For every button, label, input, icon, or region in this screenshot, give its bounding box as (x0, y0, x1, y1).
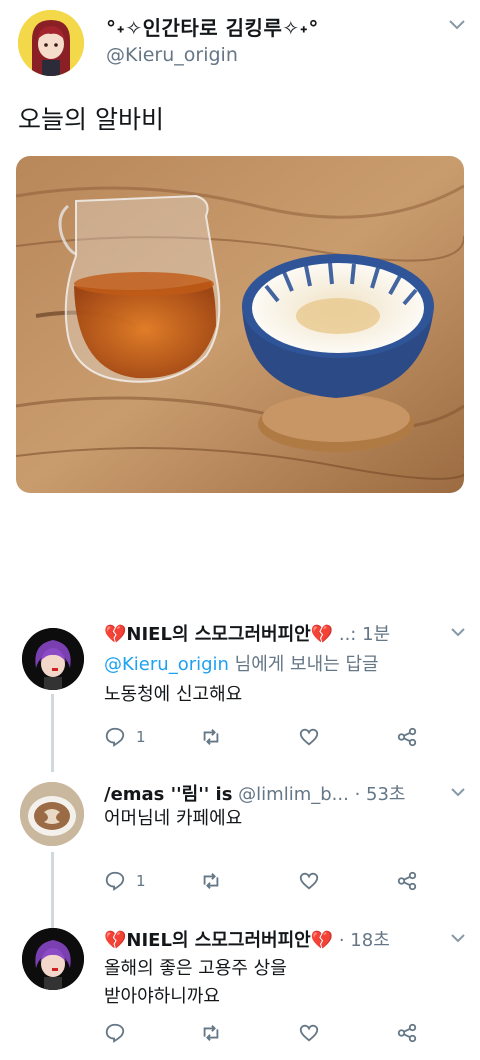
reply-timestamp[interactable]: · 53초 (355, 784, 406, 805)
share-icon (397, 727, 417, 747)
avatar-illustration (18, 10, 84, 76)
avatar-illustration (20, 782, 84, 846)
share-button[interactable] (396, 868, 418, 894)
reply-tweet[interactable]: /emas ''림'' is @limlim_b... · 53초 어머님네 카… (0, 778, 480, 913)
retweet-icon (203, 729, 219, 745)
retweet-button[interactable] (200, 1020, 222, 1046)
reply-timestamp[interactable]: · 18초 (339, 930, 390, 951)
retweet-button[interactable] (200, 724, 222, 750)
chevron-down-icon[interactable] (450, 786, 466, 798)
reply-timestamp[interactable]: ..: 1분 (339, 624, 390, 645)
chevron-down-icon[interactable] (450, 626, 466, 638)
reply-button[interactable] (104, 1020, 126, 1046)
tweet-text: 오늘의 알바비 (18, 105, 164, 134)
share-icon (397, 871, 417, 891)
avatar[interactable] (18, 10, 84, 76)
tea-photo (16, 156, 464, 493)
reply-button[interactable]: 1 (104, 868, 146, 894)
reply-icon (105, 871, 125, 891)
retweet-icon (203, 1025, 219, 1041)
reply-button[interactable]: 1 (104, 724, 146, 750)
heart-icon (299, 728, 319, 746)
share-button[interactable] (396, 724, 418, 750)
main-tweet: °˖✧인간타로 김킹루✧˖° @Kieru_origin 오늘의 알바비 (0, 0, 480, 520)
like-button[interactable] (298, 724, 320, 750)
reply-author-name[interactable]: /emas ''림'' is (104, 784, 232, 805)
reply-header: /emas ''림'' is @limlim_b... · 53초 (104, 780, 444, 806)
tweet-actions: 1 (104, 724, 434, 750)
tweet-photo[interactable] (16, 156, 464, 493)
thread-line (51, 852, 54, 928)
reply-tweet[interactable]: 💔NIEL의 스모그러버피안💔 ..: 1분 @Kieru_origin 님에게… (0, 620, 480, 755)
retweet-button[interactable] (200, 868, 222, 894)
share-icon (397, 1023, 417, 1043)
share-button[interactable] (396, 1020, 418, 1046)
reply-header: 💔NIEL의 스모그러버피안💔 ..: 1분 (104, 620, 444, 646)
like-button[interactable] (298, 868, 320, 894)
heart-icon (299, 1024, 319, 1042)
user-handle[interactable]: @Kieru_origin (106, 44, 238, 66)
replying-to-line: @Kieru_origin 님에게 보내는 답글 (104, 650, 379, 676)
reply-handle[interactable]: @limlim_b... (238, 784, 349, 805)
reply-text: 어머님네 카페에요 (104, 808, 243, 829)
reply-text-line: 받아야하니까요 (104, 986, 220, 1007)
display-name[interactable]: °˖✧인간타로 김킹루✧˖° (106, 12, 319, 41)
reply-tweet[interactable]: 💔NIEL의 스모그러버피안💔 · 18초 올해의 좋은 고용주 상을 받아야하… (0, 924, 480, 1060)
retweet-icon (203, 873, 219, 889)
reply-count: 1 (136, 872, 146, 890)
reply-author-name[interactable]: 💔NIEL의 스모그러버피안💔 (104, 930, 333, 951)
avatar[interactable] (22, 928, 84, 990)
chevron-down-icon[interactable] (450, 932, 466, 944)
reply-header: 💔NIEL의 스모그러버피안💔 · 18초 (104, 926, 444, 952)
thread-line (51, 694, 54, 772)
avatar-illustration (22, 628, 84, 690)
reply-author-name[interactable]: 💔NIEL의 스모그러버피안💔 (104, 624, 333, 645)
avatar[interactable] (22, 628, 84, 690)
reply-icon (105, 1023, 125, 1043)
reply-icon (105, 727, 125, 747)
reply-count: 1 (136, 728, 146, 746)
avatar-illustration (22, 928, 84, 990)
tweet-actions: 1 (104, 868, 434, 894)
mention-link[interactable]: @Kieru_origin (104, 654, 229, 675)
tweet-actions (104, 1020, 434, 1046)
like-button[interactable] (298, 1020, 320, 1046)
replying-to-text: 님에게 보내는 답글 (228, 654, 379, 675)
heart-icon (299, 872, 319, 890)
avatar[interactable] (20, 782, 84, 846)
reply-text-line: 올해의 좋은 고용주 상을 (104, 958, 287, 979)
reply-text: 노동청에 신고해요 (104, 684, 243, 705)
chevron-down-icon[interactable] (448, 18, 466, 32)
